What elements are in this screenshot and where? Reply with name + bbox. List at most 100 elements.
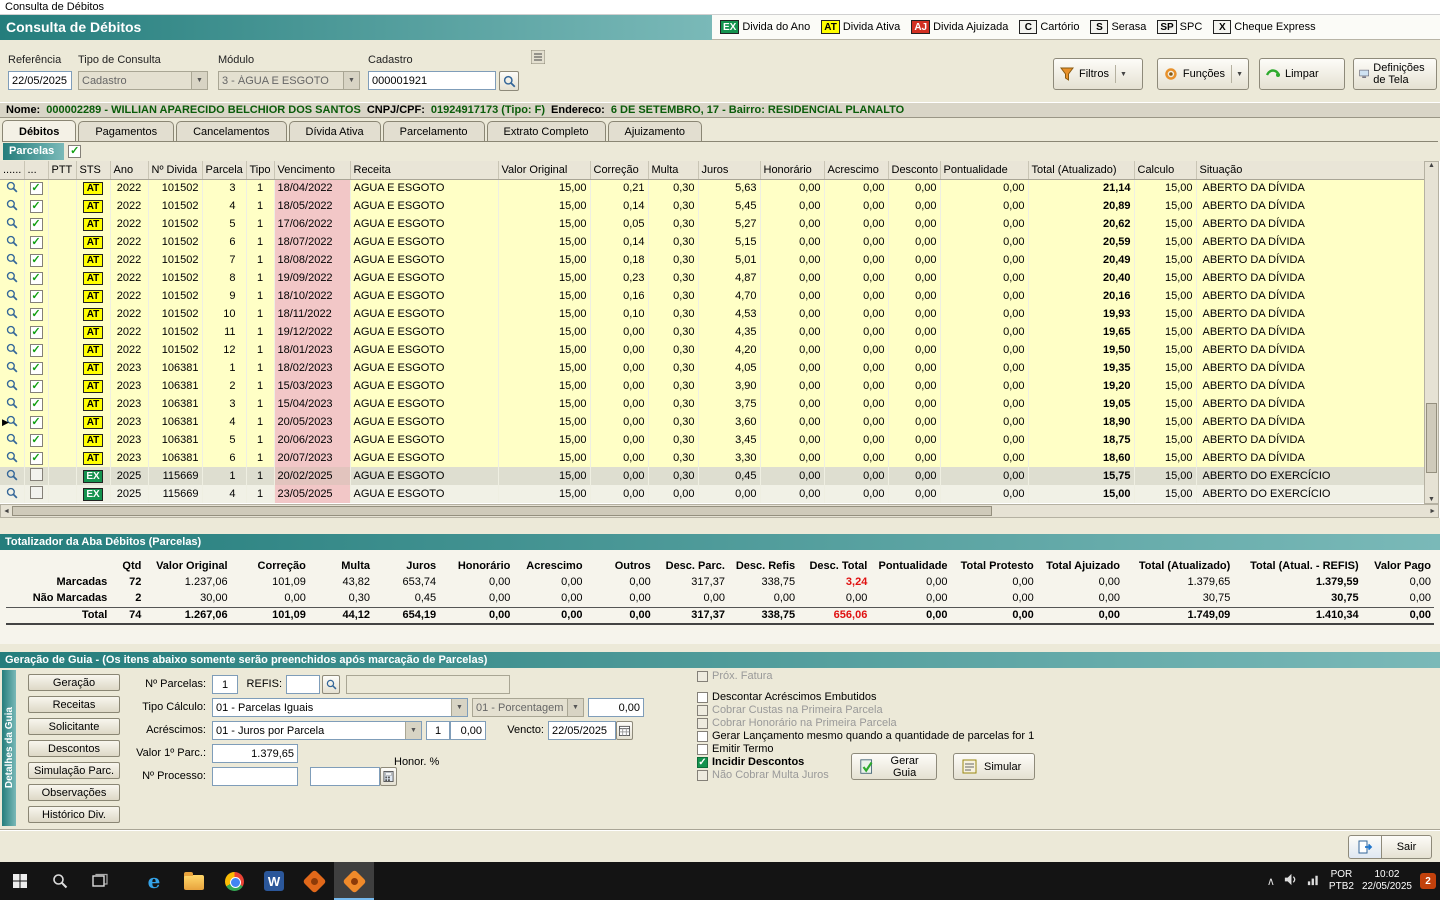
- n-parcelas-input[interactable]: [212, 675, 238, 694]
- erp-app-icon[interactable]: [294, 862, 334, 900]
- table-row[interactable]: ✓AT20221015024118/05/2022AGUA E ESGOTO15…: [0, 197, 1428, 215]
- table-row[interactable]: ✓AT20221015025117/06/2022AGUA E ESGOTO15…: [0, 215, 1428, 233]
- list-icon[interactable]: [531, 50, 545, 67]
- grid-column-header[interactable]: Parcela: [202, 161, 246, 179]
- row-checkbox[interactable]: ✓: [30, 200, 43, 213]
- magnifier-icon[interactable]: [6, 472, 18, 484]
- tab-parcelamento[interactable]: Parcelamento: [383, 121, 485, 141]
- magnifier-icon[interactable]: [6, 364, 18, 376]
- table-row[interactable]: ✓AT20221015029118/10/2022AGUA E ESGOTO15…: [0, 287, 1428, 305]
- checkbox-icon[interactable]: [697, 744, 708, 755]
- gerar-guia-button[interactable]: Gerar Guia: [851, 753, 937, 780]
- magnifier-icon[interactable]: [6, 292, 18, 304]
- row-checkbox[interactable]: ✓: [30, 290, 43, 303]
- magnifier-icon[interactable]: [6, 346, 18, 358]
- magnifier-icon[interactable]: [6, 454, 18, 466]
- parcelas-checkbox[interactable]: ✓: [68, 145, 81, 158]
- row-checkbox[interactable]: ✓: [30, 452, 43, 465]
- limpar-button[interactable]: Limpar: [1259, 58, 1345, 90]
- row-checkbox[interactable]: ✓: [30, 434, 43, 447]
- grid-column-header[interactable]: Ano: [110, 161, 148, 179]
- magnifier-icon[interactable]: [6, 400, 18, 412]
- refis-search-button[interactable]: [322, 675, 340, 694]
- grid-column-header[interactable]: Juros: [698, 161, 760, 179]
- grid-column-header[interactable]: Pontualidade: [940, 161, 1028, 179]
- task-view-icon[interactable]: [80, 862, 120, 900]
- table-row[interactable]: ✓AT20231063816120/07/2023AGUA E ESGOTO15…: [0, 449, 1428, 467]
- grid-column-header[interactable]: ...: [24, 161, 48, 179]
- tab-ajuizamento[interactable]: Ajuizamento: [608, 121, 703, 141]
- magnifier-icon[interactable]: [6, 328, 18, 340]
- grid-column-header[interactable]: PTT: [48, 161, 76, 179]
- network-icon[interactable]: [1306, 872, 1321, 890]
- simular-button[interactable]: Simular: [953, 753, 1035, 780]
- edge-icon[interactable]: e: [134, 862, 174, 900]
- modulo-select[interactable]: 3 - ÁGUA E ESGOTO ▼: [218, 71, 360, 90]
- keyboard-language-indicator[interactable]: POR PTB2: [1329, 869, 1354, 893]
- checkbox-icon[interactable]: [697, 692, 708, 703]
- guia-checkbox-gerar-lancamento-mesmo-quando-a-quantidade-de-parcelas-for-1[interactable]: Gerar Lançamento mesmo quando a quantida…: [697, 730, 1034, 742]
- vertical-scrollbar[interactable]: ▲▼: [1424, 161, 1439, 504]
- start-button[interactable]: [0, 862, 40, 900]
- tray-expand-icon[interactable]: ∧: [1267, 875, 1275, 888]
- magnifier-icon[interactable]: [6, 238, 18, 250]
- erp-app-icon-active[interactable]: [334, 862, 374, 900]
- table-row[interactable]: ✓AT20221015023118/04/2022AGUA E ESGOTO15…: [0, 179, 1428, 197]
- row-checkbox[interactable]: [30, 486, 43, 499]
- grid-column-header[interactable]: Total (Atualizado): [1028, 161, 1134, 179]
- tipo-calculo-select[interactable]: 01 - Parcelas Iguais ▼: [212, 698, 468, 717]
- guia-sidebar-simulacao-parc[interactable]: Simulação Parc.: [28, 762, 120, 779]
- row-checkbox[interactable]: ✓: [30, 218, 43, 231]
- calendar-icon[interactable]: [616, 721, 633, 740]
- tab-divida-ativa[interactable]: Dívida Ativa: [289, 121, 381, 141]
- grid-column-header[interactable]: Tipo: [246, 161, 274, 179]
- row-checkbox[interactable]: ✓: [30, 254, 43, 267]
- guia-sidebar-geracao[interactable]: Geração: [28, 674, 120, 691]
- grid-column-header[interactable]: Calculo: [1134, 161, 1196, 179]
- row-checkbox[interactable]: ✓: [30, 380, 43, 393]
- table-row[interactable]: ✓AT202210150212118/01/2023AGUA E ESGOTO1…: [0, 341, 1428, 359]
- table-row[interactable]: ✓AT20231063812115/03/2023AGUA E ESGOTO15…: [0, 377, 1428, 395]
- row-checkbox[interactable]: ✓: [30, 362, 43, 375]
- clock[interactable]: 10:02 22/05/2025: [1362, 869, 1412, 893]
- guia-sidebar-descontos[interactable]: Descontos: [28, 740, 120, 757]
- calculator-icon[interactable]: [380, 767, 397, 786]
- scroll-thumb[interactable]: [1426, 403, 1437, 473]
- grid-column-header[interactable]: Acrescimo: [824, 161, 888, 179]
- row-checkbox[interactable]: ✓: [30, 182, 43, 195]
- scroll-thumb[interactable]: [12, 506, 992, 516]
- table-row[interactable]: EX20251156694123/05/2025AGUA E ESGOTO15,…: [0, 485, 1428, 503]
- magnifier-icon[interactable]: [6, 184, 18, 196]
- grid-column-header[interactable]: Multa: [648, 161, 698, 179]
- row-checkbox[interactable]: ✓: [30, 398, 43, 411]
- table-row[interactable]: ✓AT20231063811118/02/2023AGUA E ESGOTO15…: [0, 359, 1428, 377]
- cadastro-search-button[interactable]: [499, 71, 519, 91]
- grid-column-header[interactable]: Receita: [350, 161, 498, 179]
- grid-column-header[interactable]: Vencimento: [274, 161, 350, 179]
- table-row[interactable]: ✓AT20221015026118/07/2022AGUA E ESGOTO15…: [0, 233, 1428, 251]
- sair-button[interactable]: Sair: [1382, 835, 1432, 859]
- row-checkbox[interactable]: ✓: [30, 416, 43, 429]
- acrescimos-amount-input[interactable]: [450, 721, 486, 740]
- row-checkbox[interactable]: [30, 468, 43, 481]
- acrescimos-qty-input[interactable]: [426, 721, 450, 740]
- magnifier-icon[interactable]: [6, 490, 18, 502]
- tab-cancelamentos[interactable]: Cancelamentos: [176, 121, 286, 141]
- search-icon[interactable]: [40, 862, 80, 900]
- table-row[interactable]: ✓AT202210150211119/12/2022AGUA E ESGOTO1…: [0, 323, 1428, 341]
- guia-checkbox-descontar-acrescimos-embutidos[interactable]: Descontar Acréscimos Embutidos: [697, 691, 1034, 703]
- horizontal-scrollbar[interactable]: ◄►: [0, 504, 1439, 518]
- row-checkbox[interactable]: ✓: [30, 344, 43, 357]
- funcoes-button[interactable]: Funções ▼: [1157, 58, 1249, 90]
- magnifier-icon[interactable]: [6, 382, 18, 394]
- magnifier-icon[interactable]: [6, 274, 18, 286]
- acrescimos-select[interactable]: 01 - Juros por Parcela ▼: [212, 721, 422, 740]
- honor-percent-input[interactable]: [310, 767, 380, 786]
- guia-sidebar-receitas[interactable]: Receitas: [28, 696, 120, 713]
- word-icon[interactable]: W: [254, 862, 294, 900]
- grid-column-header[interactable]: Correção: [590, 161, 648, 179]
- notification-badge[interactable]: 2: [1420, 873, 1436, 889]
- table-row[interactable]: ✓AT20231063815120/06/2023AGUA E ESGOTO15…: [0, 431, 1428, 449]
- grid-column-header[interactable]: Valor Original: [498, 161, 590, 179]
- tab-extrato-completo[interactable]: Extrato Completo: [487, 121, 606, 141]
